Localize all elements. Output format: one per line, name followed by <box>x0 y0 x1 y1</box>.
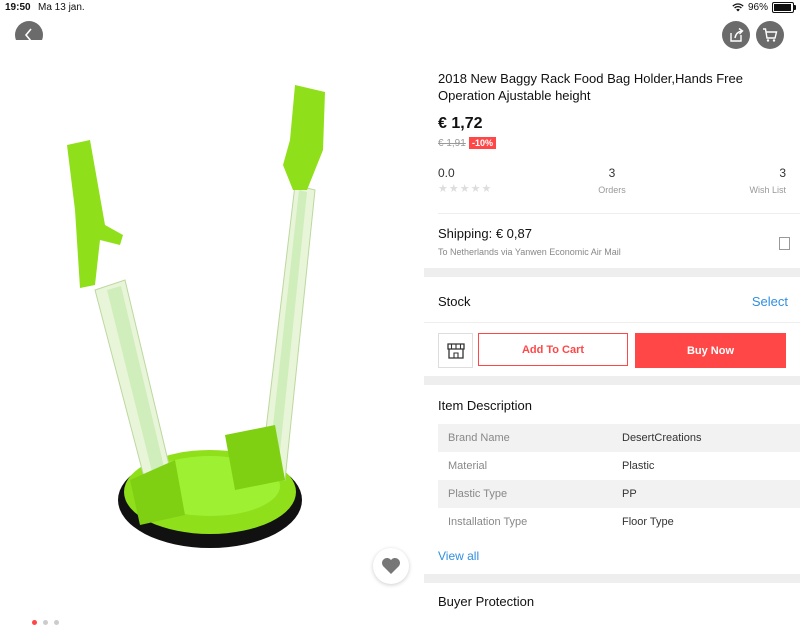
rating-stars: ★ ★ ★ ★ ★ <box>438 184 491 195</box>
orders-block: 3 Orders <box>596 166 628 195</box>
product-gallery[interactable] <box>0 40 420 625</box>
status-time: 19:50 <box>5 2 31 13</box>
product-price: € 1,72 <box>438 115 483 132</box>
section-separator <box>424 268 800 277</box>
star-icon: ★ <box>459 183 470 195</box>
divider <box>424 322 800 323</box>
spec-key: Material <box>448 460 488 472</box>
spec-table: Brand Name DesertCreations Material Plastic… <box>438 424 800 536</box>
star-icon: ★ <box>438 183 448 195</box>
share-icon <box>730 27 744 42</box>
stock-label: Stock <box>438 294 471 309</box>
pagination-dot[interactable] <box>43 620 48 625</box>
product-image[interactable] <box>45 40 360 585</box>
status-right: 96% <box>732 2 796 13</box>
spec-row: Material Plastic <box>438 452 800 480</box>
item-description-title: Item Description <box>438 398 532 413</box>
spec-value: PP <box>622 488 637 500</box>
orders-count: 3 <box>608 166 616 180</box>
section-separator <box>424 574 800 583</box>
shipping-title[interactable]: Shipping: € 0,87 <box>438 226 532 241</box>
shipping-subtitle: To Netherlands via Yanwen Economic Air M… <box>438 247 621 257</box>
spec-key: Plastic Type <box>448 488 508 500</box>
share-button[interactable] <box>722 21 750 49</box>
chevron-right-icon[interactable] <box>779 237 790 250</box>
battery-icon <box>772 2 796 13</box>
add-to-cart-button[interactable]: Add To Cart <box>478 333 628 366</box>
spec-value: Floor Type <box>622 516 674 528</box>
product-title: 2018 New Baggy Rack Food Bag Holder,Hand… <box>438 71 743 103</box>
star-icon: ★ <box>481 183 492 195</box>
spec-key: Brand Name <box>448 432 510 444</box>
spec-row: Installation Type Floor Type <box>438 508 800 536</box>
heart-icon <box>382 558 400 574</box>
store-icon <box>446 342 465 359</box>
favorite-button[interactable] <box>373 548 409 584</box>
status-date: Ma 13 jan. <box>38 2 85 13</box>
original-price: € 1,91 <box>438 138 466 149</box>
discount-badge: -10% <box>469 137 497 149</box>
buyer-protection-title: Buyer Protection <box>438 594 535 609</box>
star-icon: ★ <box>448 183 459 195</box>
orders-label: Orders <box>598 185 626 195</box>
view-all-link[interactable]: View all <box>438 549 479 563</box>
buy-now-button[interactable]: Buy Now <box>635 333 786 368</box>
star-icon: ★ <box>470 183 481 195</box>
spec-value: DesertCreations <box>622 432 702 444</box>
wishlist-label: Wish List <box>749 185 786 195</box>
rating-block[interactable]: 0.0 ★ ★ ★ ★ ★ <box>438 166 491 195</box>
section-separator <box>424 376 800 385</box>
gallery-pagination[interactable] <box>32 620 59 625</box>
spec-key: Installation Type <box>448 516 528 528</box>
wifi-icon <box>732 3 744 12</box>
rating-value: 0.0 <box>438 166 455 180</box>
cart-icon <box>763 28 778 42</box>
spec-value: Plastic <box>622 460 655 472</box>
product-info-panel: 2018 New Baggy Rack Food Bag Holder,Hand… <box>424 56 800 609</box>
cart-button[interactable] <box>756 21 784 49</box>
store-button[interactable] <box>438 333 473 368</box>
status-bar: 19:50 Ma 13 jan. 96% <box>0 0 800 16</box>
spec-row: Plastic Type PP <box>438 480 800 508</box>
spec-row: Brand Name DesertCreations <box>438 424 800 452</box>
wishlist-count: 3 <box>779 166 786 180</box>
divider <box>438 213 800 214</box>
stock-select-link[interactable]: Select <box>752 294 788 309</box>
pagination-dot[interactable] <box>32 620 37 625</box>
pagination-dot[interactable] <box>54 620 59 625</box>
wishlist-block[interactable]: 3 Wish List <box>749 166 786 195</box>
battery-percent: 96% <box>747 2 768 13</box>
